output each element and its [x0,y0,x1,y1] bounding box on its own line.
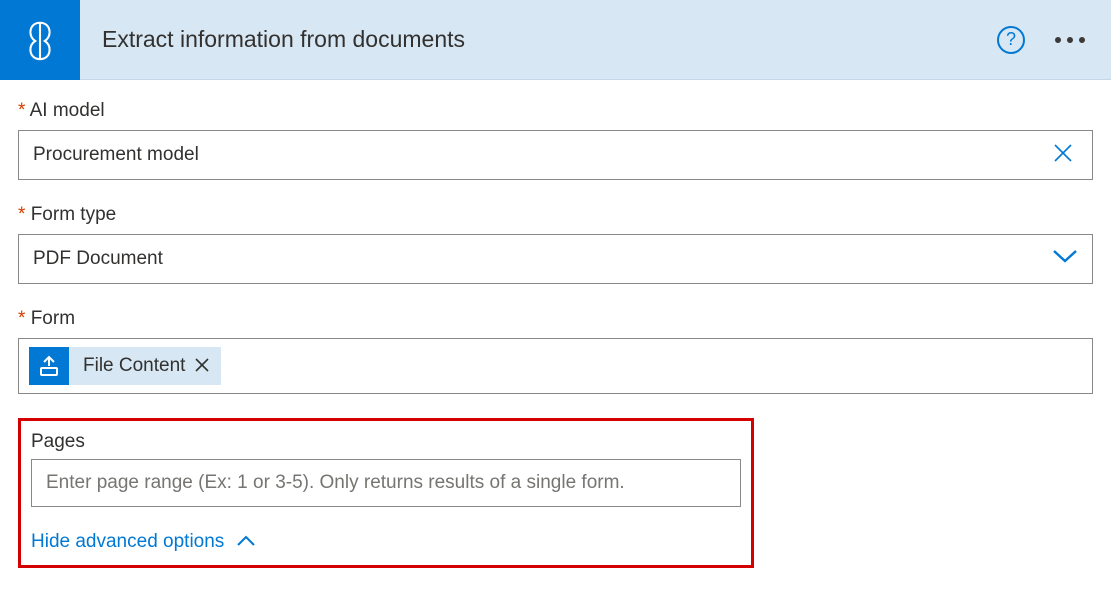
chevron-up-icon [236,531,256,553]
clear-icon[interactable] [1048,140,1078,171]
action-icon [0,0,80,80]
token-remove-icon[interactable] [195,356,209,377]
dynamic-content-icon [29,347,69,385]
chevron-down-icon[interactable] [1052,248,1078,270]
help-icon[interactable]: ? [997,26,1025,54]
form-type-select[interactable]: PDF Document [18,234,1093,284]
pages-highlight: Pages Hide advanced options [18,418,754,568]
field-ai-model: AI model Procurement model [18,100,1093,180]
form-type-value: PDF Document [33,248,1052,270]
form-type-label: Form type [18,204,1093,226]
field-form-type: Form type PDF Document [18,204,1093,284]
more-icon[interactable] [1047,29,1093,51]
header-actions: ? [997,26,1093,54]
pages-label: Pages [31,431,741,453]
card-title: Extract information from documents [102,26,997,53]
pages-input[interactable] [31,459,741,507]
ai-model-input[interactable]: Procurement model [18,130,1093,180]
token-label: File Content [83,355,185,377]
hide-advanced-options-link[interactable]: Hide advanced options [31,531,741,553]
ai-model-label: AI model [18,100,1093,122]
file-content-token[interactable]: File Content [29,347,221,385]
form-label: Form [18,308,1093,330]
field-form: Form File Content [18,308,1093,394]
card-header: Extract information from documents ? [0,0,1111,80]
form-input[interactable]: File Content [18,338,1093,394]
form-body: AI model Procurement model Form type PDF… [0,80,1111,582]
toggle-label: Hide advanced options [31,531,224,553]
ai-model-value: Procurement model [33,144,1048,166]
